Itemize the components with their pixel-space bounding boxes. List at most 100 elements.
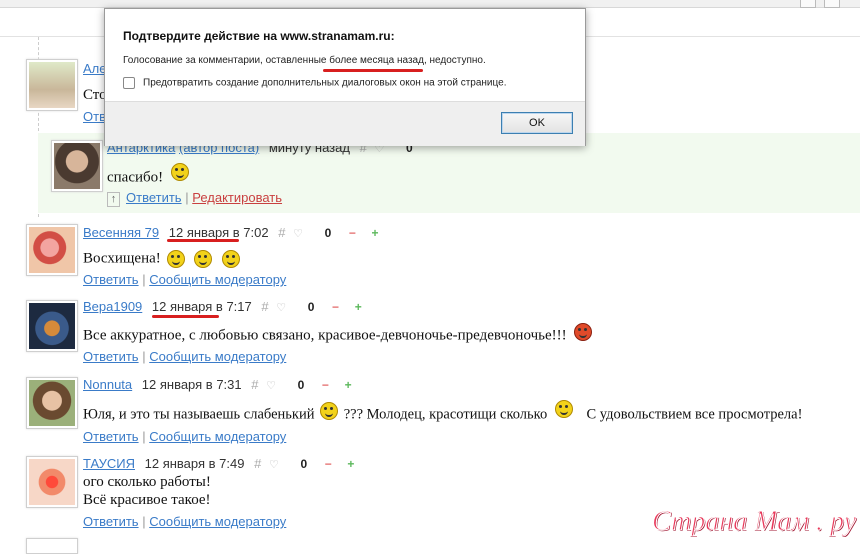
- avatar[interactable]: [26, 300, 78, 352]
- dialog-footer: OK: [105, 101, 585, 146]
- separator: |: [185, 190, 189, 205]
- reply-link[interactable]: Ответить: [83, 514, 139, 529]
- heart-icon[interactable]: ♡: [266, 380, 276, 392]
- laughing-smiley-icon: [320, 402, 339, 420]
- comment-text: Все аккуратное, с любовью связано, краси…: [83, 323, 593, 345]
- separator: |: [142, 272, 146, 287]
- vote-up-button[interactable]: +: [347, 457, 354, 471]
- comment-date: 12 января в 7:31: [141, 377, 242, 392]
- heart-icon[interactable]: ♡: [293, 228, 303, 240]
- heart-icon[interactable]: ♡: [276, 302, 286, 314]
- window-control-icon[interactable]: [824, 0, 840, 8]
- comment-author-link[interactable]: ТАУСИЯ: [83, 456, 135, 471]
- avatar-image: [29, 227, 75, 273]
- avatar[interactable]: [26, 377, 78, 429]
- vote-down-button[interactable]: −: [349, 226, 356, 240]
- comment-actions: Ответить | Сообщить модератору: [83, 429, 286, 444]
- separator: |: [142, 349, 146, 364]
- comment-text-line: ого сколько работы!: [83, 474, 211, 490]
- comment-text-content: Юля, и это ты называешь слабенький: [83, 406, 315, 423]
- dialog-message-highlight: более месяца назад: [329, 55, 424, 66]
- comment-actions: Отв: [83, 109, 106, 124]
- smiley-icon: [170, 163, 189, 181]
- comment-text: спасибо!: [107, 163, 189, 187]
- avatar[interactable]: [26, 224, 78, 276]
- heart-icon[interactable]: ♡: [269, 459, 279, 471]
- comment-meta: ТАУСИЯ 12 января в 7:49 # ♡ 0 − +: [83, 456, 354, 471]
- edit-link[interactable]: Редактировать: [192, 190, 282, 205]
- browser-top-bar: [0, 0, 860, 8]
- comment-meta: Nonnuta 12 января в 7:31 # ♡ 0 − +: [83, 377, 352, 392]
- comment-date: 12 января в 7:02: [168, 225, 269, 240]
- separator: |: [142, 514, 146, 529]
- reply-link[interactable]: Ответить: [83, 272, 139, 287]
- dancing-smiley-icon: [554, 400, 573, 418]
- vote-down-button[interactable]: −: [322, 378, 329, 392]
- vote-score: 0: [297, 378, 305, 392]
- report-moderator-link[interactable]: Сообщить модератору: [149, 272, 286, 287]
- vote-up-button[interactable]: +: [345, 378, 352, 392]
- vote-up-button[interactable]: +: [355, 300, 362, 314]
- watermark: Страна Мам . ру: [651, 506, 857, 538]
- comment-actions: Ответить | Сообщить модератору: [83, 514, 286, 529]
- reply-link[interactable]: Ответить: [126, 190, 182, 205]
- reply-link[interactable]: Ответить: [83, 429, 139, 444]
- prevent-dialogs-checkbox[interactable]: [123, 77, 135, 89]
- vote-score: 0: [324, 226, 332, 240]
- highlight-underline: [152, 315, 219, 318]
- comment-meta: Весенняя 79 12 января в 7:02 # ♡ 0 − +: [83, 225, 379, 240]
- comment-text-content: Все аккуратное, с любовью связано, краси…: [83, 327, 567, 344]
- dialog-message-text: Голосование за комментарии, оставленные: [123, 55, 330, 66]
- comment-actions: ↑ Ответить | Редактировать: [107, 190, 282, 207]
- avatar-image: [54, 143, 100, 189]
- comment-author-link[interactable]: Весенняя 79: [83, 225, 159, 240]
- permalink-hash[interactable]: #: [278, 225, 285, 240]
- comment-text: Восхищена!: [83, 250, 241, 268]
- vote-score: 0: [307, 300, 315, 314]
- comment-text-content: Восхищена!: [83, 250, 161, 267]
- comment-actions: Ответить | Сообщить модератору: [83, 272, 286, 287]
- comment-date: 12 января в 7:49: [144, 456, 245, 471]
- vote-down-button[interactable]: −: [332, 300, 339, 314]
- comment-text-content: С удовольствием все просмотрела!: [586, 406, 803, 423]
- vote-up-button[interactable]: +: [372, 226, 379, 240]
- comment-date: 12 января в 7:17: [151, 299, 252, 314]
- up-arrow-icon[interactable]: ↑: [107, 192, 120, 207]
- avatar[interactable]: [26, 456, 78, 508]
- permalink-hash[interactable]: #: [261, 299, 268, 314]
- vote-score: 0: [300, 457, 308, 471]
- comment-text-line: Всё красивое такое!: [83, 492, 211, 508]
- confirm-dialog: Подтвердите действие на www.stranamam.ru…: [104, 8, 586, 146]
- heart-smiley-icon: [574, 323, 593, 341]
- ok-button[interactable]: OK: [501, 112, 573, 134]
- comment-text-content: ??? Молодец, красотищи сколько: [343, 406, 548, 423]
- avatar[interactable]: [51, 140, 103, 192]
- avatar[interactable]: [26, 538, 78, 554]
- highlight-underline: [167, 239, 239, 242]
- report-moderator-link[interactable]: Сообщить модератору: [149, 349, 286, 364]
- report-moderator-link[interactable]: Сообщить модератору: [149, 514, 286, 529]
- dialog-message: Голосование за комментарии, оставленные …: [123, 55, 486, 66]
- window-control-icon[interactable]: [800, 0, 816, 8]
- highlight-underline: [323, 69, 423, 72]
- avatar-image: [29, 303, 75, 349]
- comment-text: Юля, и это ты называешь слабенький ??? М…: [83, 400, 803, 424]
- comment-meta: Вера1909 12 января в 7:17 # ♡ 0 − +: [83, 299, 362, 314]
- comment-author-link[interactable]: Але: [83, 61, 107, 76]
- separator: |: [142, 429, 146, 444]
- smiley-icon: [222, 250, 241, 268]
- avatar[interactable]: [26, 59, 78, 111]
- avatar-image: [29, 459, 75, 505]
- dialog-title: Подтвердите действие на www.stranamam.ru…: [123, 29, 395, 43]
- reply-link[interactable]: Отв: [83, 109, 106, 124]
- report-moderator-link[interactable]: Сообщить модератору: [149, 429, 286, 444]
- dialog-checkbox-row[interactable]: Предотвратить создание дополнительных ди…: [123, 77, 506, 89]
- comment-author-link[interactable]: Nonnuta: [83, 377, 132, 392]
- permalink-hash[interactable]: #: [251, 377, 258, 392]
- vote-down-button[interactable]: −: [325, 457, 332, 471]
- reply-link[interactable]: Ответить: [83, 349, 139, 364]
- comment-actions: Ответить | Сообщить модератору: [83, 349, 286, 364]
- comment-author-link[interactable]: Вера1909: [83, 299, 142, 314]
- smiley-icon: [166, 250, 185, 268]
- permalink-hash[interactable]: #: [254, 456, 261, 471]
